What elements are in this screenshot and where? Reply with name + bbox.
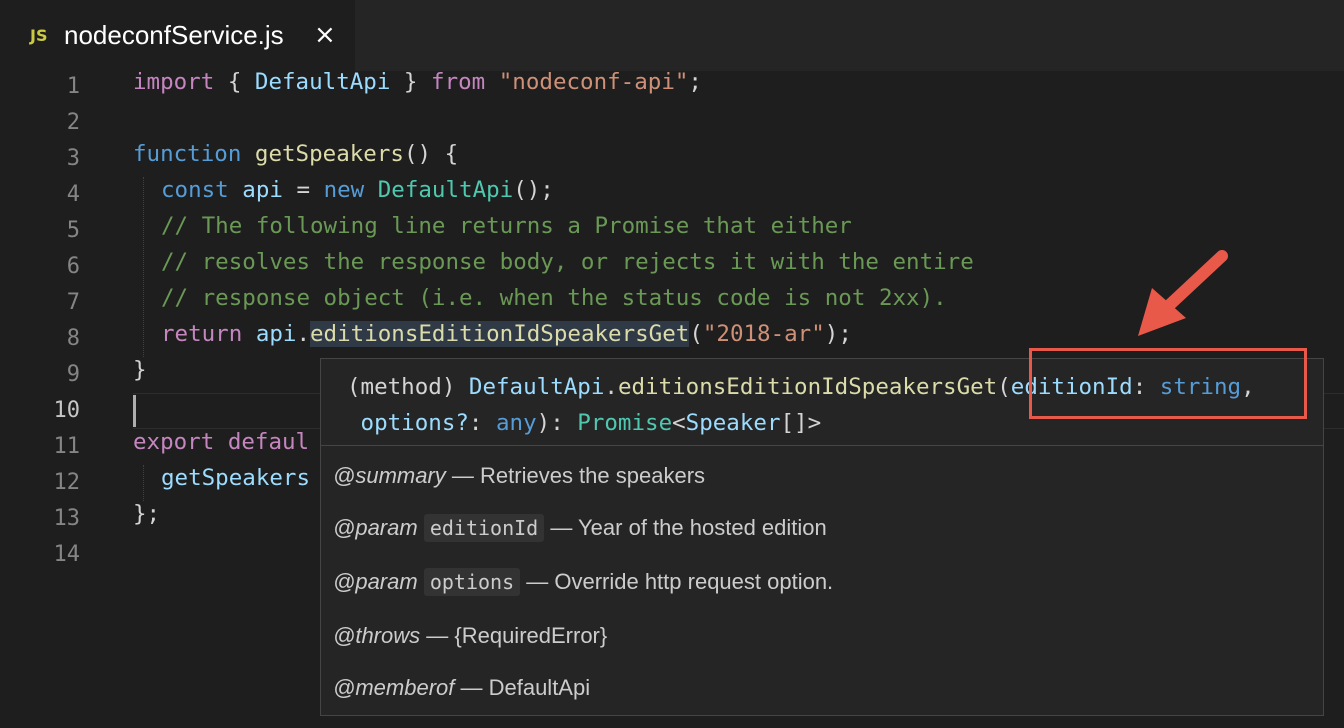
arrow-annotation-icon (1138, 250, 1228, 336)
